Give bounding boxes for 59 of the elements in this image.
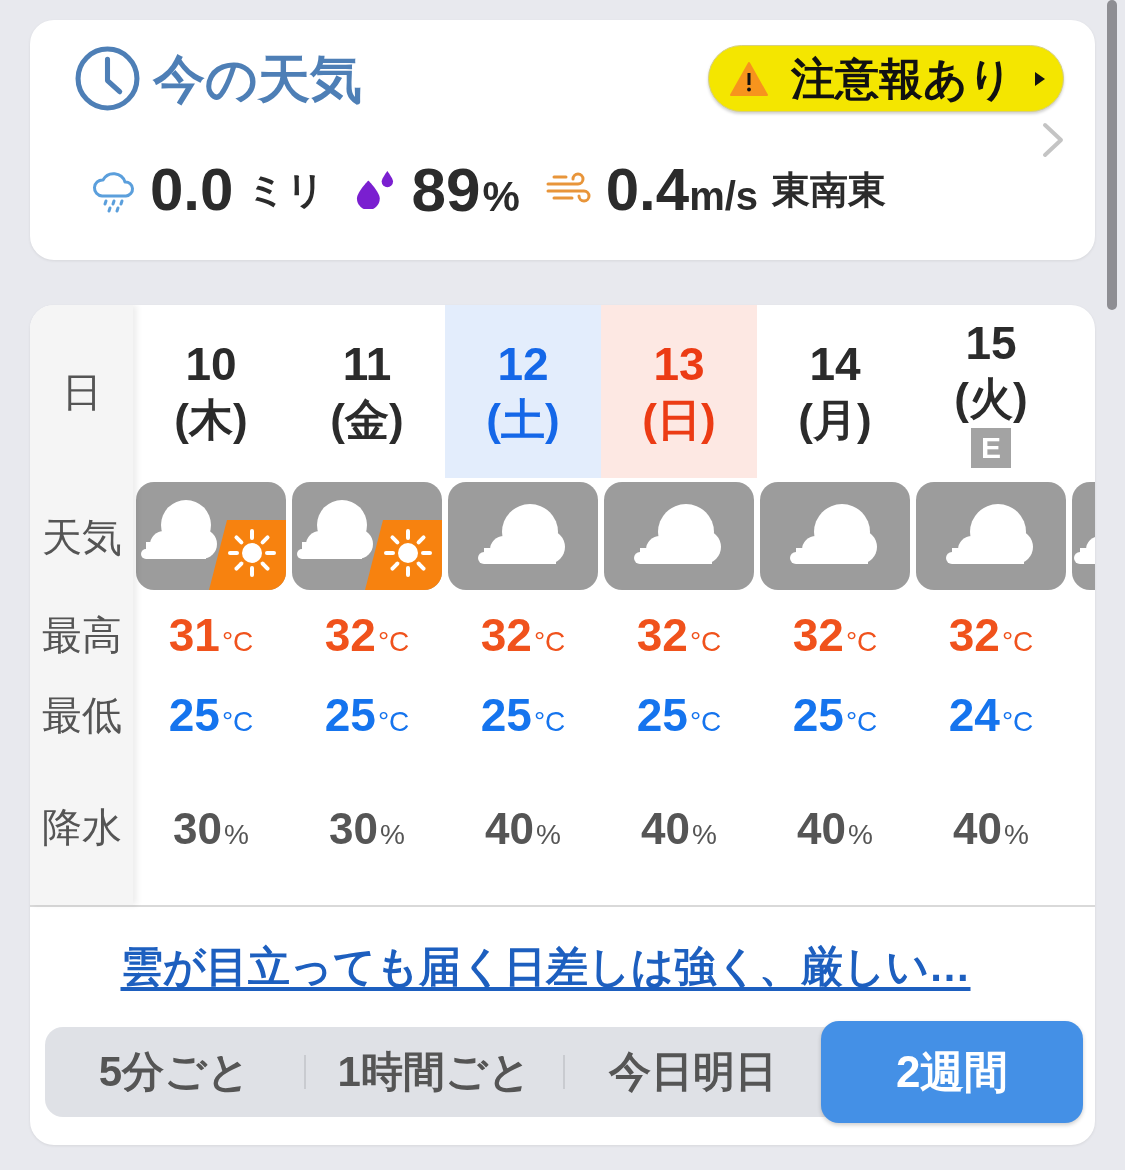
high-temperature: 32°C bbox=[480, 612, 566, 658]
high-temperature: 31°C bbox=[168, 612, 254, 658]
cloud-icon bbox=[604, 482, 754, 590]
precipitation-chance: 40% bbox=[485, 807, 561, 851]
low-temperature: 25°C bbox=[324, 692, 410, 738]
cloud-sun-icon bbox=[292, 482, 442, 590]
row-label: 天気 bbox=[41, 516, 122, 557]
forecast-summary-link[interactable]: 雲が目立っても届く日差しは強く、厳しい… bbox=[120, 942, 971, 992]
warning-icon bbox=[729, 60, 769, 97]
low-temperature: 25°C bbox=[636, 692, 722, 738]
cloud-sun-icon bbox=[136, 482, 286, 590]
humidity-value: 89% bbox=[411, 159, 520, 221]
weekday-label: (火) bbox=[954, 372, 1028, 425]
low-temperature: 25°C bbox=[168, 692, 254, 738]
caret-icon bbox=[1035, 71, 1045, 86]
section-title: 今の天気 bbox=[153, 52, 362, 105]
precipitation-chance: 40% bbox=[953, 807, 1029, 851]
precipitation-chance: 30% bbox=[329, 807, 405, 851]
row-label: 最低 bbox=[41, 695, 122, 735]
high-temperature: 32°C bbox=[948, 612, 1034, 658]
period-tab[interactable]: 2週間 bbox=[821, 1021, 1083, 1123]
weekday-label: (月) bbox=[798, 393, 872, 446]
precipitation-chance: 30% bbox=[173, 807, 249, 851]
period-tab[interactable]: 1時間ごと bbox=[305, 1027, 563, 1117]
clock-icon bbox=[75, 46, 140, 111]
period-tab[interactable]: 今日明日 bbox=[564, 1027, 822, 1117]
cloud-icon bbox=[448, 482, 598, 590]
weekday-label: (土) bbox=[486, 393, 560, 446]
high-temperature: 32°C bbox=[636, 612, 722, 658]
wind-speed-value: 0.4m/s bbox=[605, 160, 759, 220]
date-number: 15 bbox=[965, 315, 1017, 371]
row-label: 日 bbox=[61, 371, 102, 412]
alert-button[interactable]: 注意報あり bbox=[708, 45, 1064, 112]
high-temperature: 32°C bbox=[792, 612, 878, 658]
period-tab[interactable]: 5分ごと bbox=[45, 1027, 304, 1117]
cloud-icon bbox=[760, 482, 910, 590]
low-temperature: 25°C bbox=[792, 692, 878, 738]
date-number: 13 bbox=[653, 336, 705, 392]
weekday-label: (日) bbox=[642, 393, 716, 446]
wind-direction: 東南東 bbox=[772, 171, 887, 209]
forecast-badge: E bbox=[971, 427, 1011, 468]
precipitation-chance: 40% bbox=[797, 807, 873, 851]
date-number: 12 bbox=[497, 336, 549, 392]
cloud-icon bbox=[916, 482, 1066, 590]
row-label: 最高 bbox=[41, 615, 122, 655]
weekday-label: (木) bbox=[174, 393, 248, 446]
weekday-label: (金) bbox=[330, 393, 404, 446]
low-temperature: 25°C bbox=[480, 692, 566, 738]
rainfall-unit: ミリ bbox=[247, 171, 326, 209]
high-temperature: 32°C bbox=[324, 612, 410, 658]
precipitation-chance: 40% bbox=[641, 807, 717, 851]
row-label: 降水 bbox=[41, 807, 122, 847]
water-drops-icon bbox=[355, 171, 396, 209]
date-number: 11 bbox=[342, 336, 392, 392]
low-temperature: 24°C bbox=[948, 692, 1034, 738]
chevron-right-icon[interactable] bbox=[1042, 122, 1064, 158]
date-number: 14 bbox=[809, 336, 861, 392]
date-number: 10 bbox=[185, 336, 237, 392]
rainfall-value: 0.0 bbox=[150, 160, 234, 220]
